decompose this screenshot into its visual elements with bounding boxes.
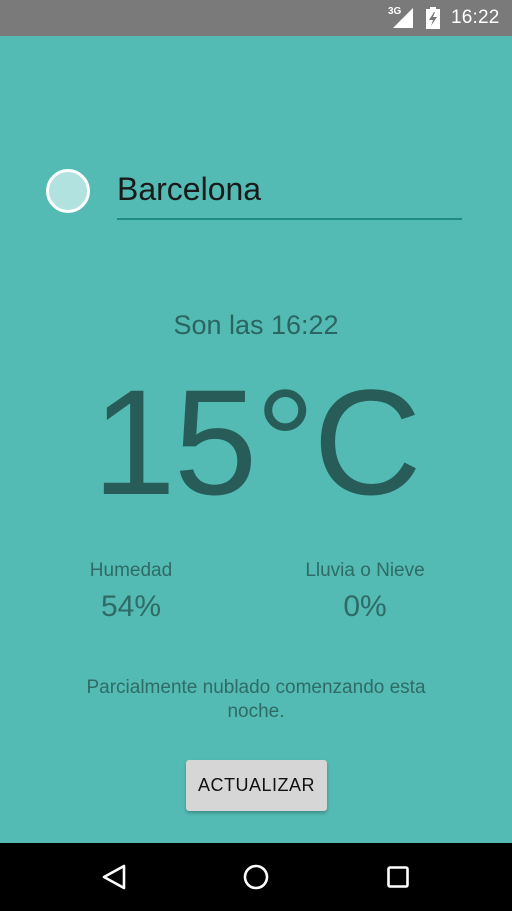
temperature-value: 15°C bbox=[92, 358, 421, 526]
refresh-button[interactable]: ACTUALIZAR bbox=[186, 760, 327, 811]
humidity-label: Humedad bbox=[89, 560, 173, 581]
navigation-bar bbox=[0, 843, 512, 911]
nav-back-button[interactable] bbox=[74, 843, 154, 911]
app-screen: 3G 16:22 Son las 16:22 15°C Humedad 54% … bbox=[0, 0, 512, 911]
status-clock: 16:22 bbox=[451, 7, 500, 28]
precipitation-value: 0% bbox=[343, 590, 387, 623]
signal-icon bbox=[393, 8, 413, 28]
recent-apps-icon bbox=[387, 866, 409, 888]
status-bar: 3G 16:22 bbox=[0, 0, 512, 36]
battery-charging-icon bbox=[426, 7, 440, 29]
nav-home-button[interactable] bbox=[216, 843, 296, 911]
humidity-value: 54% bbox=[100, 590, 162, 623]
back-icon bbox=[102, 864, 126, 890]
home-icon bbox=[243, 864, 269, 890]
nav-recent-apps-button[interactable] bbox=[358, 843, 438, 911]
current-time-label: Son las 16:22 bbox=[173, 310, 339, 340]
location-radio-button[interactable] bbox=[46, 169, 90, 213]
precipitation-label: Lluvia o Nieve bbox=[305, 560, 425, 581]
city-input[interactable] bbox=[117, 160, 462, 220]
weather-summary: Parcialmente nublado comenzando esta noc… bbox=[86, 677, 426, 722]
